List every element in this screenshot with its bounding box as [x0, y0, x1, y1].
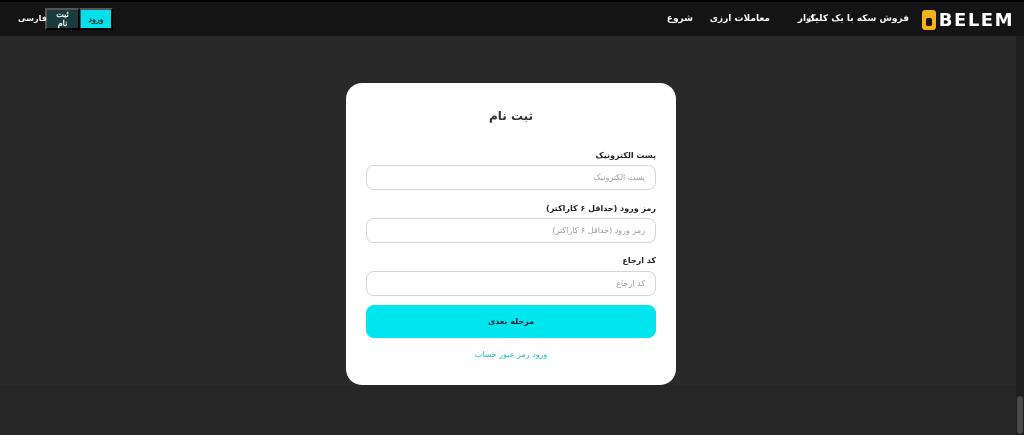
nav-start[interactable]: شروع: [667, 14, 693, 24]
top-navigation-bar: BELEM فروش سکه با یک کلیک بازار معاملات …: [0, 0, 1024, 36]
brand-name: BELEM: [938, 9, 1014, 31]
page-title: ثبت نام: [488, 109, 534, 123]
footer-area: [0, 385, 1024, 435]
language-selector[interactable]: فارسی: [18, 14, 47, 23]
referral-code-field[interactable]: [366, 271, 656, 296]
brand-logo[interactable]: BELEM: [921, 9, 1014, 31]
nav-sell-coin[interactable]: فروش سکه با یک کلیک: [806, 14, 909, 24]
belem-logo-icon: [921, 10, 936, 30]
scrollbar-thumb[interactable]: [1017, 396, 1023, 434]
password-field[interactable]: [366, 218, 656, 243]
register-button[interactable]: ثبت نام: [45, 8, 80, 30]
next-step-button[interactable]: مرحله بعدی: [366, 305, 656, 338]
email-label: پست الکترونیک: [595, 151, 656, 160]
referral-label: کد ارجاع: [622, 256, 656, 265]
page-scrollbar[interactable]: [1016, 36, 1024, 435]
forgot-password-link[interactable]: ورود رمز عبور حساب: [346, 350, 676, 359]
nav-crypto-trading[interactable]: معاملات ارزی: [710, 14, 770, 24]
email-field[interactable]: [366, 165, 656, 190]
password-label: رمز ورود (حداقل ۶ کاراکتر): [546, 204, 656, 213]
login-button[interactable]: ورود: [79, 8, 113, 30]
registration-card: ثبت نام پست الکترونیک رمز ورود (حداقل ۶ …: [346, 83, 676, 385]
nav-market[interactable]: بازار: [798, 14, 818, 24]
